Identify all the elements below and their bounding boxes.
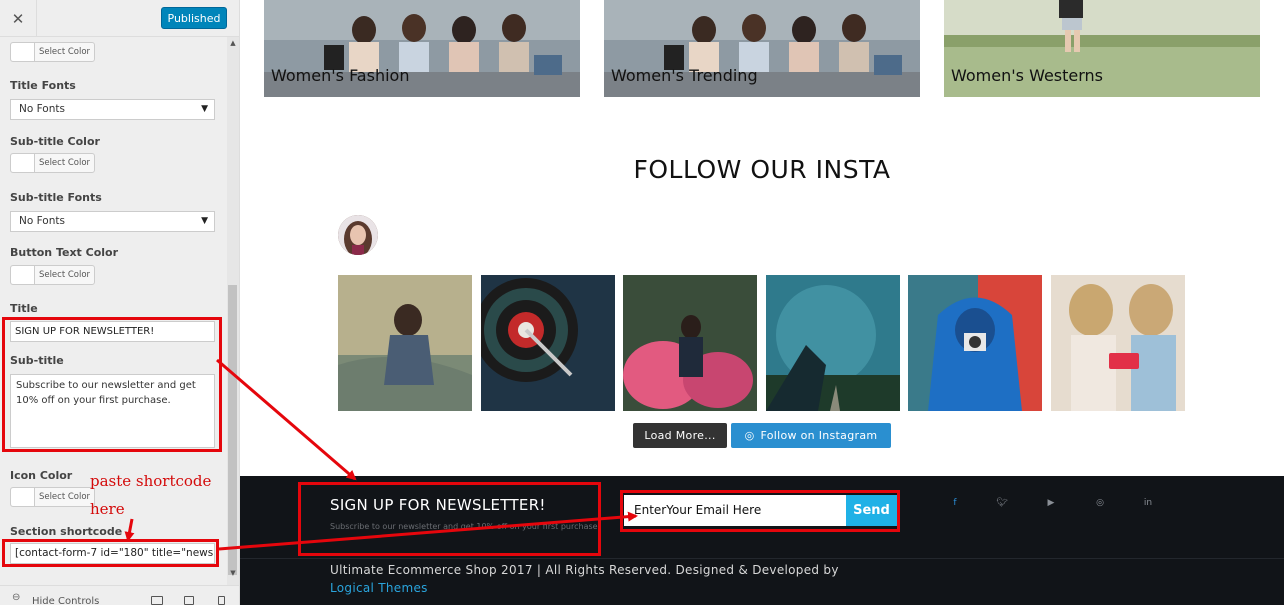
- customizer-header: ✕ Published: [0, 0, 239, 37]
- dropdown-caret-icon: ▼: [201, 216, 208, 226]
- photo-image: [1051, 275, 1185, 411]
- color-swatch: [11, 266, 35, 284]
- instagram-heading: FOLLOW OUR INSTA: [633, 155, 891, 184]
- photo-image: [338, 275, 472, 411]
- title-color-picker[interactable]: Select Color: [10, 42, 95, 62]
- annotation-note: paste shortcode here: [90, 467, 211, 523]
- instagram-photo[interactable]: [481, 275, 615, 411]
- annotation-box-fields: [2, 317, 222, 452]
- instagram-photo[interactable]: [1051, 275, 1185, 411]
- color-swatch: [11, 43, 35, 61]
- title-fonts-label: Title Fonts: [10, 79, 76, 92]
- category-title[interactable]: Women's Fashion: [271, 66, 409, 85]
- twitter-icon[interactable]: 🐦︎: [994, 498, 1010, 508]
- customizer-footer: ⊖ Hide Controls: [0, 585, 239, 605]
- color-swatch: [11, 488, 35, 506]
- photo-image: [481, 275, 615, 411]
- button-text-color-label: Button Text Color: [10, 246, 119, 259]
- category-card[interactable]: Women's Trending: [604, 0, 920, 97]
- follow-instagram-label: Follow on Instagram: [760, 429, 878, 442]
- linkedin-icon[interactable]: in: [1140, 498, 1156, 508]
- title-fonts-select[interactable]: No Fonts ▼: [10, 99, 215, 120]
- instagram-photo[interactable]: [623, 275, 757, 411]
- tablet-preview-icon[interactable]: [184, 596, 194, 605]
- avatar-image: [338, 215, 378, 255]
- subtitle-fonts-select[interactable]: No Fonts ▼: [10, 211, 215, 232]
- copyright-label: Ultimate Ecommerce Shop 2017 | All Right…: [330, 563, 839, 577]
- annotation-box-newsletter-form: [620, 490, 900, 532]
- annotation-note-line2: here: [90, 500, 125, 518]
- mobile-preview-icon[interactable]: [218, 596, 225, 605]
- follow-instagram-button[interactable]: ◎ Follow on Instagram: [731, 423, 891, 448]
- title-label: Title: [10, 302, 38, 315]
- category-card[interactable]: Women's Fashion: [264, 0, 580, 97]
- select-color-label: Select Color: [38, 47, 91, 57]
- scroll-down-icon[interactable]: ▼: [227, 569, 239, 577]
- subtitle-color-picker[interactable]: Select Color: [10, 153, 95, 173]
- logical-themes-link[interactable]: Logical Themes: [330, 579, 839, 597]
- desktop-preview-icon[interactable]: [151, 596, 163, 605]
- subtitle-fonts-label: Sub-title Fonts: [10, 191, 102, 204]
- hide-controls-label[interactable]: Hide Controls: [32, 596, 99, 605]
- photo-image: [623, 275, 757, 411]
- icon-color-label: Icon Color: [10, 469, 73, 482]
- hide-controls-icon[interactable]: ⊖: [12, 592, 20, 603]
- instagram-photo[interactable]: [338, 275, 472, 411]
- load-more-button[interactable]: Load More...: [633, 423, 727, 448]
- subtitle-color-label: Sub-title Color: [10, 135, 100, 148]
- photo-image: [766, 275, 900, 411]
- youtube-icon[interactable]: ▶: [1043, 498, 1059, 508]
- scroll-up-icon[interactable]: ▲: [227, 39, 239, 47]
- scrollbar-thumb[interactable]: [228, 285, 237, 575]
- category-title[interactable]: Women's Trending: [611, 66, 758, 85]
- icon-color-picker[interactable]: Select Color: [10, 487, 95, 507]
- footer-divider: [240, 558, 1284, 559]
- annotation-note-line1: paste shortcode: [90, 472, 212, 490]
- section-shortcode-label: Section shortcode: [10, 525, 123, 538]
- title-fonts-value: No Fonts: [19, 103, 65, 115]
- select-color-label: Select Color: [38, 492, 91, 502]
- instagram-avatar[interactable]: [338, 215, 378, 255]
- published-button[interactable]: Published: [161, 7, 227, 29]
- instagram-photo[interactable]: [908, 275, 1042, 411]
- annotation-box-newsletter-text: [298, 482, 601, 556]
- subtitle-fonts-value: No Fonts: [19, 215, 65, 227]
- color-swatch: [11, 154, 35, 172]
- category-title[interactable]: Women's Westerns: [951, 66, 1103, 85]
- select-color-label: Select Color: [38, 270, 91, 280]
- copyright-text: Ultimate Ecommerce Shop 2017 | All Right…: [330, 561, 839, 597]
- button-text-color-picker[interactable]: Select Color: [10, 265, 95, 285]
- photo-image: [908, 275, 1042, 411]
- category-card[interactable]: Women's Westerns: [944, 0, 1260, 97]
- dropdown-caret-icon: ▼: [201, 104, 208, 114]
- facebook-icon[interactable]: f: [947, 498, 963, 508]
- sidebar-scrollbar[interactable]: ▲ ▼: [227, 37, 239, 585]
- close-icon[interactable]: ✕: [0, 0, 37, 37]
- instagram-photo[interactable]: [766, 275, 900, 411]
- annotation-box-shortcode: [2, 539, 219, 567]
- instagram-icon: ◎: [744, 429, 755, 442]
- select-color-label: Select Color: [38, 158, 91, 168]
- instagram-icon[interactable]: ◎: [1092, 498, 1108, 508]
